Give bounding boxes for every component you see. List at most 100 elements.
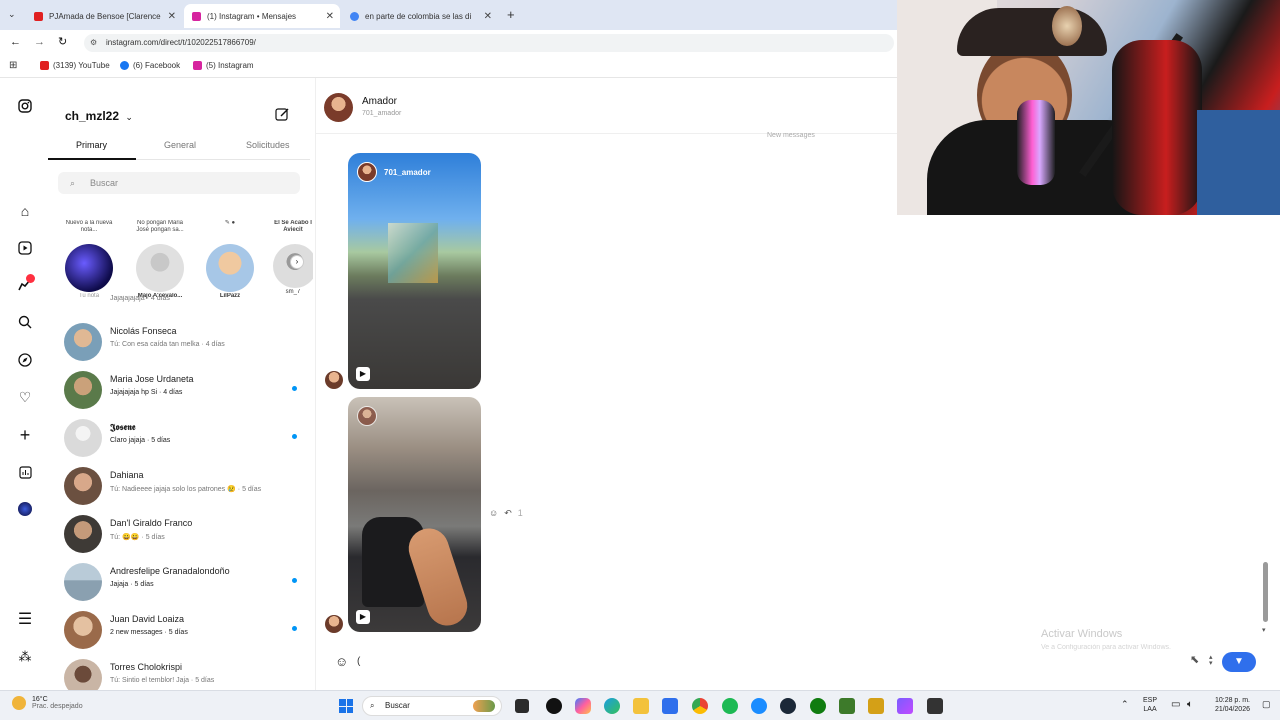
conversation-name: Andresfelipe Granadalondoño (110, 566, 230, 576)
app-icon[interactable] (868, 698, 884, 714)
clock-date: 21/04/2026 (1214, 706, 1250, 713)
new-tab-icon[interactable]: + (507, 7, 515, 22)
bookmark-facebook[interactable]: (6) Facebook (120, 61, 180, 70)
shared-reel[interactable]: 701_amador ▶ (348, 153, 481, 389)
calculator-icon[interactable] (927, 698, 943, 714)
browser-tab-bar: ⌄ PJAmada de Bensoe [Clarence ✕ (1) Inst… (0, 0, 897, 30)
shared-reel[interactable]: ▶ (348, 397, 481, 632)
page-scrollbar[interactable] (1263, 562, 1268, 622)
browser-tab-2[interactable]: (1) Instagram • Mensajes ✕ (184, 4, 340, 28)
search-input[interactable]: ⌕ Buscar (58, 172, 300, 194)
tiktok-icon[interactable] (546, 698, 562, 714)
search-icon: ⌕ (70, 178, 76, 188)
instagram-logo-icon[interactable] (16, 97, 34, 115)
conversation-name: Juan David Loaiza (110, 614, 185, 624)
apps-grid-icon[interactable]: ⊞ (9, 60, 17, 71)
copilot-icon[interactable] (575, 698, 591, 714)
unread-dot (292, 386, 297, 391)
close-tab-icon[interactable]: ✕ (484, 11, 492, 22)
file-explorer-icon[interactable] (633, 698, 649, 714)
bookmarks-bar: ⊞ (3139) YouTube (6) Facebook (5) Instag… (0, 56, 897, 78)
chevron-down-icon: ⌄ (125, 112, 133, 122)
browser-tab-1[interactable]: PJAmada de Bensoe [Clarence ✕ (26, 4, 182, 28)
story-name: sm_7 (285, 289, 301, 295)
home-icon[interactable]: ⌂ (16, 202, 34, 220)
notifications-icon[interactable]: ▢ (1262, 699, 1271, 710)
reply-icon[interactable]: ↶ (504, 508, 512, 519)
steam-icon[interactable] (780, 698, 796, 714)
conversation-row[interactable]: Dahiana Tú: Nadieeee jajaja solo los pat… (64, 464, 304, 508)
xbox-icon[interactable] (810, 698, 826, 714)
volume-icon[interactable]: 🔈︎ (1187, 699, 1193, 710)
story-item[interactable]: No pongan Maria José pongan sa... Majo A… (135, 220, 185, 299)
tray-chevron-icon[interactable]: ⌃ (1121, 699, 1129, 710)
reload-icon[interactable]: ↻ (58, 35, 67, 48)
tab-requests[interactable]: Solicitudes (246, 140, 290, 150)
story-item[interactable]: Nuevo a la nueva nota... Tu nota (64, 220, 114, 299)
contact-name[interactable]: Amador (362, 96, 397, 107)
conversation-row[interactable]: Maria Jose Urdaneta Jajajajaja hp Si · 4… (64, 368, 304, 412)
minecraft-icon[interactable] (839, 698, 855, 714)
also-from-meta-icon[interactable]: ⁂ (16, 648, 34, 666)
forward-icon[interactable]: → (34, 36, 45, 48)
language-indicator[interactable]: ESP LAA (1143, 696, 1157, 714)
conversation-row[interactable]: 𝕵𝖔𝖘𝖊𝖓𝖊 Claro jajaja · 5 días (64, 416, 304, 460)
conversation-row[interactable]: Nicolás Fonseca Tú: Con esa caída tan me… (64, 320, 304, 364)
clock[interactable]: 10:28 p. m. 21/04/2026 (1208, 696, 1250, 714)
messenger-icon[interactable] (751, 698, 767, 714)
taskbar-search[interactable]: ⌕ Buscar (362, 696, 502, 716)
youtube-icon (40, 61, 49, 70)
tab-primary[interactable]: Primary (76, 140, 107, 150)
emoji-icon[interactable]: ☺ (335, 654, 348, 669)
back-icon[interactable]: ← (10, 36, 21, 48)
reel-play-icon[interactable]: ▶ (356, 610, 370, 624)
site-info-icon[interactable]: ⚙ (90, 34, 97, 52)
bookmark-youtube[interactable]: (3139) YouTube (40, 61, 110, 70)
edge-icon[interactable] (604, 698, 620, 714)
close-tab-icon[interactable]: ✕ (326, 11, 334, 22)
browser-tab-3[interactable]: en parte de colombia se las di ✕ (342, 4, 498, 28)
profile-avatar[interactable] (16, 500, 34, 518)
contact-avatar[interactable] (324, 93, 353, 122)
message-input[interactable]: ( (357, 656, 360, 667)
start-button[interactable] (339, 699, 353, 713)
story-item[interactable]: ✎ ● LilPazz (205, 220, 255, 299)
create-plus-icon[interactable]: + (16, 425, 34, 445)
webcam-overlay (897, 0, 1280, 215)
weather-temp: 16°C (32, 696, 48, 703)
clipped-preview: Jajajajajaja · 4 días (110, 295, 170, 302)
chrome-icon[interactable] (692, 698, 708, 714)
close-tab-icon[interactable]: ✕ (168, 11, 176, 22)
search-icon[interactable] (16, 313, 34, 331)
network-icon[interactable]: ▭ (1171, 699, 1180, 710)
avatar (64, 371, 102, 409)
account-switcher[interactable]: ch_mzl22 ⌄ (65, 109, 133, 123)
reel-author: 701_amador (384, 168, 431, 177)
weather-widget[interactable]: 16°C Prac. despejado (12, 696, 83, 710)
tab-general[interactable]: General (164, 140, 196, 150)
conversation-row[interactable]: Andresfelipe Granadalondoño Jajaja · 5 d… (64, 560, 304, 604)
task-view-icon[interactable] (515, 699, 529, 713)
story-note: El Se Acabo I Aviecit (274, 220, 312, 233)
conversation-row[interactable]: Dan'l Giraldo Franco Tú: 😀😀 · 5 días (64, 512, 304, 556)
reels-icon[interactable] (16, 239, 34, 257)
bookmark-instagram[interactable]: (5) Instagram (193, 61, 254, 70)
conversation-row[interactable]: Juan David Loaiza 2 new messages · 5 día… (64, 608, 304, 652)
reel-play-icon[interactable]: ▶ (356, 367, 370, 381)
react-emoji-icon[interactable]: ☺ (489, 508, 498, 519)
notifications-heart-icon[interactable]: ♡ (16, 388, 34, 406)
tab-menu-icon[interactable]: ⌄ (8, 9, 16, 20)
scroll-down-icon[interactable]: ▾ (1262, 626, 1266, 634)
new-message-icon[interactable] (275, 107, 290, 127)
messages-icon[interactable] (16, 274, 35, 294)
more-menu-icon[interactable]: ☰ (16, 610, 34, 628)
url-field[interactable]: ⚙ instagram.com/direct/t/102022517866709… (84, 34, 894, 52)
stories-next-icon[interactable]: › (290, 255, 304, 269)
conversation-preview: Jajajajaja hp Si · 4 días (110, 389, 183, 396)
explore-icon[interactable] (16, 351, 34, 369)
app-icon[interactable] (897, 698, 913, 714)
spotify-icon[interactable] (722, 698, 738, 714)
dashboard-icon[interactable] (16, 463, 34, 481)
store-icon[interactable] (662, 698, 678, 714)
overlay-action-button[interactable]: ▼ (1222, 652, 1256, 672)
